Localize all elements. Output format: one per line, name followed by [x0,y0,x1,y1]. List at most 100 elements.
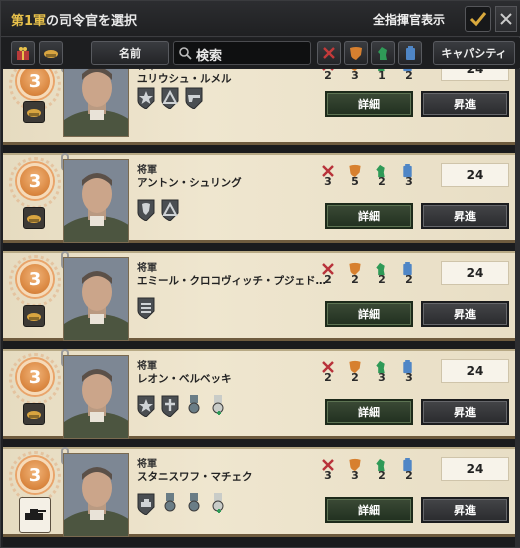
filter-trait-button[interactable] [11,41,35,65]
logistics-stat-value: 2 [405,273,413,286]
mountain-trait-icon[interactable] [161,199,179,222]
details-button[interactable]: 詳細 [325,301,413,327]
capacity-value: 24 [441,69,509,81]
logistics-stat-value: 2 [405,69,413,82]
capacity-value: 24 [441,457,509,481]
promote-button[interactable]: 昇進 [421,91,509,117]
filter-toolbar: 名前 検索 キャパシティ [1,38,520,68]
show-all-checkbox[interactable] [465,6,491,32]
commander-portrait[interactable] [63,69,129,137]
promote-button[interactable]: 昇進 [421,301,509,327]
star-trait-icon[interactable] [137,395,155,418]
window-title: 第1軍の司令官を選択 [11,10,137,29]
army-name: 第1軍 [11,14,47,29]
sort-defense-button[interactable] [344,41,368,65]
close-icon [500,13,512,25]
sort-capacity-button[interactable]: キャパシティ [433,41,515,65]
stripes-trait-icon[interactable] [137,297,155,320]
capacity-value: 24 [441,163,509,187]
fuel-can-icon [405,45,415,60]
gun-trait-icon[interactable] [185,87,203,110]
commander-portrait[interactable] [63,257,129,341]
defense-stat-value: 3 [351,469,359,482]
logistics-stat-value: 3 [405,371,413,384]
commander-card[interactable]: 3 将軍 スタニスワフ・マチェク 3 3 2 2 24 詳細 昇進 [3,447,515,537]
attack-stat-value: 2 [324,273,332,286]
crossed-swords-icon [323,47,335,59]
sort-logistics-button[interactable] [398,41,422,65]
sort-planning-button[interactable] [371,41,395,65]
scrollbar[interactable] [515,69,520,547]
sort-name-button[interactable]: 名前 [91,41,169,65]
promote-button[interactable]: 昇進 [421,203,509,229]
officer-cap-icon[interactable] [23,305,45,327]
commander-select-window: 第1軍の司令官を選択 全指揮官表示 名前 検索 キャパシティ 3 ユリウシュ・ル… [0,0,520,548]
mountain-trait-icon[interactable] [161,87,179,110]
window-header: 第1軍の司令官を選択 全指揮官表示 [1,1,520,37]
skill-level-badge: 3 [17,261,53,297]
capacity-value: 24 [441,359,509,383]
attack-stat-value: 3 [324,175,332,188]
shield-trait-icon[interactable] [137,199,155,222]
search-input[interactable]: 検索 [196,45,222,64]
check-icon [469,12,487,27]
logistics-stat-value: 2 [405,469,413,482]
commander-rank: 将軍 [137,361,157,372]
star-trait-icon[interactable] [137,87,155,110]
medal-trait-icon[interactable] [185,493,203,513]
panzer-trait-icon[interactable] [137,493,155,516]
attack-stat-value: 2 [324,69,332,82]
skill-level-badge: 3 [17,359,53,395]
skill-level-badge: 3 [17,163,53,199]
planning-stat-value: 2 [378,469,386,482]
commander-name: エミール・クロコヴィッチ・プジェド… [137,275,326,287]
planning-stat-value: 2 [378,273,386,286]
capacity-value: 24 [441,261,509,285]
defense-stat-value: 5 [351,175,359,188]
commander-card[interactable]: 3 将軍 ユリウシュ・ルメル 2312 24 詳細 昇進 [3,69,515,145]
officer-cap-icon[interactable] [23,207,45,229]
details-button[interactable]: 詳細 [325,497,413,523]
planning-stat-value: 2 [378,175,386,188]
show-all-label: 全指揮官表示 [373,13,446,27]
commander-rank: 将軍 [137,165,157,176]
commander-card[interactable]: 3 将軍 エミール・クロコヴィッチ・プジェド… 2 2 2 2 24 詳細 昇進 [3,251,515,341]
armor-doctrine-icon[interactable] [19,497,51,533]
defense-stat-value: 2 [351,273,359,286]
commander-card[interactable]: 3 将軍 アントン・シュリング 3 5 2 3 24 詳細 昇進 [3,153,515,243]
sort-attack-button[interactable] [317,41,341,65]
chess-knight-icon [378,46,387,60]
promote-button[interactable]: 昇進 [421,399,509,425]
medal-trait-icon[interactable] [161,493,179,513]
search-box[interactable]: 検索 [173,41,311,65]
commander-name: スタニスワフ・マチェク [137,471,253,483]
filter-hat-button[interactable] [39,41,63,65]
skill-level-badge: 3 [17,457,53,493]
medal-trait-icon[interactable] [185,395,203,415]
cross-trait-icon[interactable] [161,395,179,418]
details-button[interactable]: 詳細 [325,91,413,117]
details-button[interactable]: 詳細 [325,203,413,229]
commander-portrait[interactable] [63,355,129,439]
promote-button[interactable]: 昇進 [421,497,509,523]
search-icon [179,47,192,60]
commander-rank: 将軍 [137,459,157,470]
commander-card[interactable]: 3 将軍 レオン・ベルベッキ 2 2 3 3 24 詳細 昇進 [3,349,515,439]
officer-cap-icon[interactable] [23,403,45,425]
close-button[interactable] [495,6,517,32]
commander-name: アントン・シュリング [137,177,242,189]
medal-add-icon[interactable] [209,493,227,513]
title-text: の司令官を選択 [46,14,138,29]
planning-stat-value: 3 [378,371,386,384]
officer-cap-icon [44,50,58,58]
commander-list: 3 将軍 ユリウシュ・ルメル 2 3 1 2 24 詳細 昇進 3 [3,69,515,547]
details-button[interactable]: 詳細 [325,399,413,425]
officer-cap-icon[interactable] [23,101,45,123]
medal-add-icon[interactable] [209,395,227,415]
gift-icon [17,47,29,60]
logistics-stat-value: 3 [405,175,413,188]
commander-name: レオン・ベルベッキ [137,373,232,385]
attack-stat-value: 3 [324,469,332,482]
commander-portrait[interactable] [63,453,129,537]
commander-portrait[interactable] [63,159,129,243]
